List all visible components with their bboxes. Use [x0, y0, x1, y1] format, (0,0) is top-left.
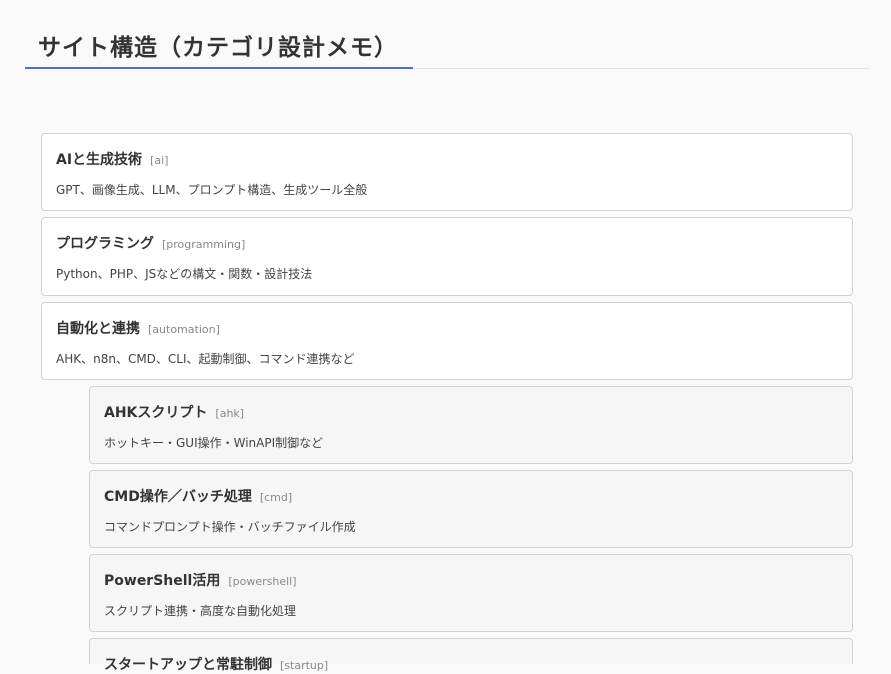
- subcategory-title-row: PowerShell活用 [powershell]: [104, 570, 838, 590]
- category-slug: [automation]: [148, 323, 220, 336]
- subcategory-slug: [powershell]: [228, 575, 297, 588]
- subcategory-description: ホットキー・GUI操作・WinAPI制御など: [104, 436, 324, 450]
- category-slug: [ai]: [150, 154, 169, 167]
- subcategory-title-row: CMD操作／バッチ処理 [cmd]: [104, 486, 838, 506]
- subcategory-slug: [startup]: [280, 659, 329, 672]
- category-description: Python、PHP、JSなどの構文・関数・設計技法: [56, 267, 313, 281]
- header-accent-underline: [25, 67, 413, 69]
- subcategory-name: AHKスクリプト: [104, 405, 208, 421]
- category-name: プログラミング: [56, 236, 154, 252]
- subcategory-slug: [ahk]: [215, 407, 245, 420]
- category-title-row: AIと生成技術 [ai]: [56, 149, 838, 169]
- category-description: GPT、画像生成、LLM、プロンプト構造、生成ツール全般: [56, 183, 368, 197]
- category-title-row: プログラミング [programming]: [56, 233, 838, 253]
- category-title-row: 自動化と連携 [automation]: [56, 318, 838, 338]
- category-card-ai[interactable]: AIと生成技術 [ai] GPT、画像生成、LLM、プロンプト構造、生成ツール全…: [41, 133, 853, 211]
- category-name: AIと生成技術: [56, 152, 143, 168]
- subcategory-card-startup[interactable]: スタートアップと常駐制御 [startup]: [89, 638, 853, 673]
- subcategory-slug: [cmd]: [259, 491, 293, 504]
- category-name: 自動化と連携: [56, 321, 140, 337]
- subcategory-card-powershell[interactable]: PowerShell活用 [powershell] スクリプト連携・高度な自動化…: [89, 554, 853, 632]
- subcategory-card-cmd[interactable]: CMD操作／バッチ処理 [cmd] コマンドプロンプト操作・バッチファイル作成: [89, 470, 853, 548]
- subcategory-name: スタートアップと常駐制御: [104, 657, 272, 673]
- subcategory-description: コマンドプロンプト操作・バッチファイル作成: [104, 520, 356, 534]
- subcategory-description: スクリプト連携・高度な自動化処理: [104, 604, 297, 618]
- category-card-automation[interactable]: 自動化と連携 [automation] AHK、n8n、CMD、CLI、起動制御…: [41, 302, 853, 380]
- subcategory-name: CMD操作／バッチ処理: [104, 489, 252, 505]
- category-description: AHK、n8n、CMD、CLI、起動制御、コマンド連携など: [56, 352, 355, 366]
- category-slug: [programming]: [162, 238, 246, 251]
- page-title: サイト構造（カテゴリ設計メモ）: [38, 35, 398, 61]
- category-card-programming[interactable]: プログラミング [programming] Python、PHP、JSなどの構文…: [41, 217, 853, 296]
- subcategory-title-row: AHKスクリプト [ahk]: [104, 402, 838, 422]
- subcategory-name: PowerShell活用: [104, 573, 221, 589]
- subcategory-title-row: スタートアップと常駐制御 [startup]: [104, 654, 838, 674]
- page-header: サイト構造（カテゴリ設計メモ）: [0, 0, 891, 69]
- subcategory-card-ahk[interactable]: AHKスクリプト [ahk] ホットキー・GUI操作・WinAPI制御など: [89, 386, 853, 464]
